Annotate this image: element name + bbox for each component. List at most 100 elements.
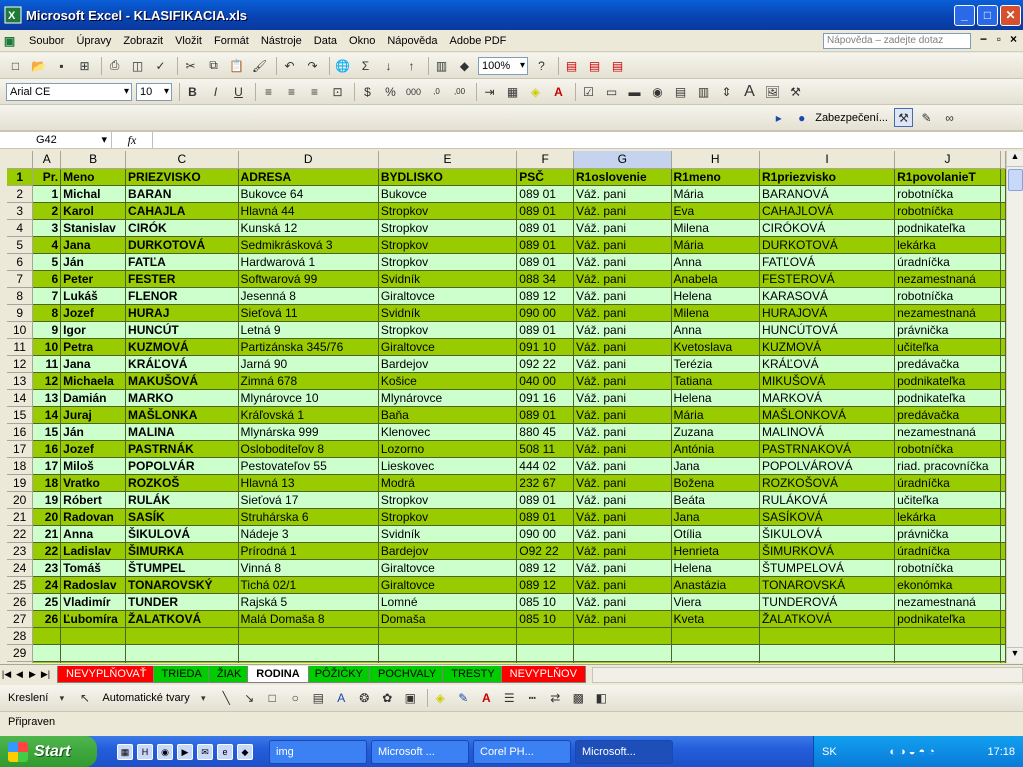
row-header[interactable]: 14 — [7, 389, 34, 407]
row-header[interactable]: 4 — [7, 219, 34, 237]
horizontal-scrollbar[interactable] — [591, 666, 1023, 683]
cell[interactable]: Anastázia — [671, 576, 760, 594]
sort-desc-icon[interactable]: ↑ — [402, 56, 421, 75]
cell[interactable]: Váž. pani — [573, 593, 672, 611]
cell[interactable]: Otília — [671, 525, 760, 543]
cell[interactable]: MARKOVÁ — [759, 389, 896, 407]
cell[interactable] — [894, 661, 1001, 663]
row-header[interactable]: 18 — [7, 457, 34, 475]
cell[interactable]: Prírodná 1 — [238, 542, 379, 560]
pdf-review-icon[interactable]: ▤ — [608, 56, 627, 75]
row-header[interactable]: 29 — [7, 644, 34, 662]
cell[interactable]: Mária — [671, 236, 760, 254]
cell[interactable]: Róbert — [60, 491, 127, 509]
quicklaunch-mail-icon[interactable]: ✉ — [197, 743, 213, 760]
row-header[interactable]: 22 — [7, 525, 34, 543]
autoshapes-arrow-icon[interactable]: ▾ — [194, 689, 213, 708]
align-left-icon[interactable]: ≡ — [259, 82, 278, 101]
cell[interactable] — [60, 644, 127, 662]
cell[interactable]: MAŠLONKOVÁ — [759, 406, 896, 424]
cell[interactable]: POPOLVÁR — [125, 457, 239, 475]
cell[interactable]: Osloboditeľov 8 — [238, 440, 379, 458]
task-img[interactable]: img — [269, 739, 367, 764]
cell[interactable]: 5 — [32, 253, 62, 271]
cell[interactable]: PASTRNAKOVÁ — [759, 440, 896, 458]
autosum-icon[interactable]: Σ — [356, 56, 375, 75]
cell[interactable] — [671, 644, 760, 662]
sheet-tab-6[interactable]: TRESTY — [442, 666, 504, 683]
cell[interactable]: Vladimír — [60, 593, 127, 611]
cell[interactable] — [1000, 270, 1006, 288]
cell[interactable]: 085 10 — [516, 610, 574, 628]
cell[interactable]: Váž. pani — [573, 372, 672, 390]
row-header[interactable]: 5 — [7, 236, 34, 254]
cell[interactable]: nezamestnaná — [894, 423, 1001, 441]
cell[interactable]: Hlavná 44 — [238, 202, 379, 220]
cell[interactable]: DURKOTOVÁ — [759, 236, 896, 254]
cell[interactable] — [1000, 525, 1006, 543]
cell[interactable]: Sieťová 11 — [238, 304, 379, 322]
cell[interactable]: KRÁĽOVÁ — [125, 355, 239, 373]
decrease-decimal-icon[interactable]: ,00 — [450, 82, 469, 101]
cell[interactable]: ekonómka — [894, 576, 1001, 594]
row-header[interactable]: 20 — [7, 491, 34, 509]
cell[interactable]: Ján — [60, 253, 127, 271]
cell[interactable]: Helena — [671, 287, 760, 305]
cell[interactable]: ŽALATKOVÁ — [125, 610, 239, 628]
cell[interactable]: 089 01 — [516, 491, 574, 509]
cell[interactable]: učiteľka — [894, 491, 1001, 509]
cell[interactable]: robotníčka — [894, 185, 1001, 203]
row-header[interactable]: 17 — [7, 440, 34, 458]
quicklaunch-h-icon[interactable]: H — [137, 743, 153, 760]
cell[interactable] — [1000, 627, 1006, 645]
tools-icon[interactable]: ⚒ — [786, 82, 805, 101]
cell[interactable]: BARANOVÁ — [759, 185, 896, 203]
first-sheet-icon[interactable]: |◀ — [0, 669, 13, 680]
spreadsheet-grid[interactable]: ABCDEFGHIJ 1 Pr. Meno PRIEZVISKO ADRESA BYDLI… — [7, 151, 1006, 663]
font-select[interactable]: Arial CE — [6, 82, 132, 101]
cell[interactable]: Ladislav — [60, 542, 127, 560]
cell[interactable]: Vinná 8 — [238, 559, 379, 577]
cell[interactable]: KUZMOVÁ — [759, 338, 896, 356]
cell[interactable]: 8 — [32, 304, 62, 322]
row-header[interactable]: 16 — [7, 423, 34, 441]
format-painter-icon[interactable]: 🖌 — [250, 56, 269, 75]
cell[interactable]: R1priezvisko — [759, 168, 896, 186]
row-header[interactable]: 25 — [7, 576, 34, 594]
cell[interactable]: Karol — [60, 202, 127, 220]
column-header-b[interactable]: B — [60, 151, 127, 169]
line-color-icon[interactable]: ✎ — [454, 689, 473, 708]
cell[interactable]: 092 22 — [516, 355, 574, 373]
label-icon[interactable]: ▭ — [602, 82, 621, 101]
cell[interactable]: PRIEZVISKO — [125, 168, 239, 186]
row-header[interactable]: 3 — [7, 202, 34, 220]
cell[interactable]: 444 02 — [516, 457, 574, 475]
cell[interactable]: Hlavná 13 — [238, 474, 379, 492]
cell[interactable]: Váž. pani — [573, 287, 672, 305]
cell[interactable]: Zimná 678 — [238, 372, 379, 390]
cell[interactable] — [671, 661, 760, 663]
cell[interactable]: Mária — [671, 185, 760, 203]
underline-icon[interactable]: U — [229, 82, 248, 101]
cell[interactable]: Malá Domaša 8 — [238, 610, 379, 628]
sheet-tab-1[interactable]: TRIEDA — [152, 666, 211, 683]
cell[interactable]: FESTEROVÁ — [759, 270, 896, 288]
cell[interactable]: Stropkov — [378, 491, 518, 509]
cell[interactable]: Váž. pani — [573, 457, 672, 475]
cell[interactable] — [1000, 457, 1006, 475]
row-header[interactable]: 11 — [7, 338, 34, 356]
cell[interactable]: HURAJ — [125, 304, 239, 322]
cell[interactable]: právnička — [894, 321, 1001, 339]
cell[interactable]: Kvetoslava — [671, 338, 760, 356]
cell[interactable]: Damián — [60, 389, 127, 407]
menu-upravy[interactable]: Úpravy — [70, 35, 117, 47]
cell[interactable] — [378, 661, 518, 663]
print-icon[interactable]: ⎙ — [105, 56, 124, 75]
cell[interactable]: Anna — [671, 321, 760, 339]
cell[interactable]: Váž. pani — [573, 253, 672, 271]
draw-font-color-icon[interactable]: A — [477, 689, 496, 708]
cell[interactable] — [1000, 253, 1006, 271]
font-color-icon[interactable]: A — [549, 82, 568, 101]
row-header[interactable]: 8 — [7, 287, 34, 305]
cell[interactable] — [1000, 559, 1006, 577]
